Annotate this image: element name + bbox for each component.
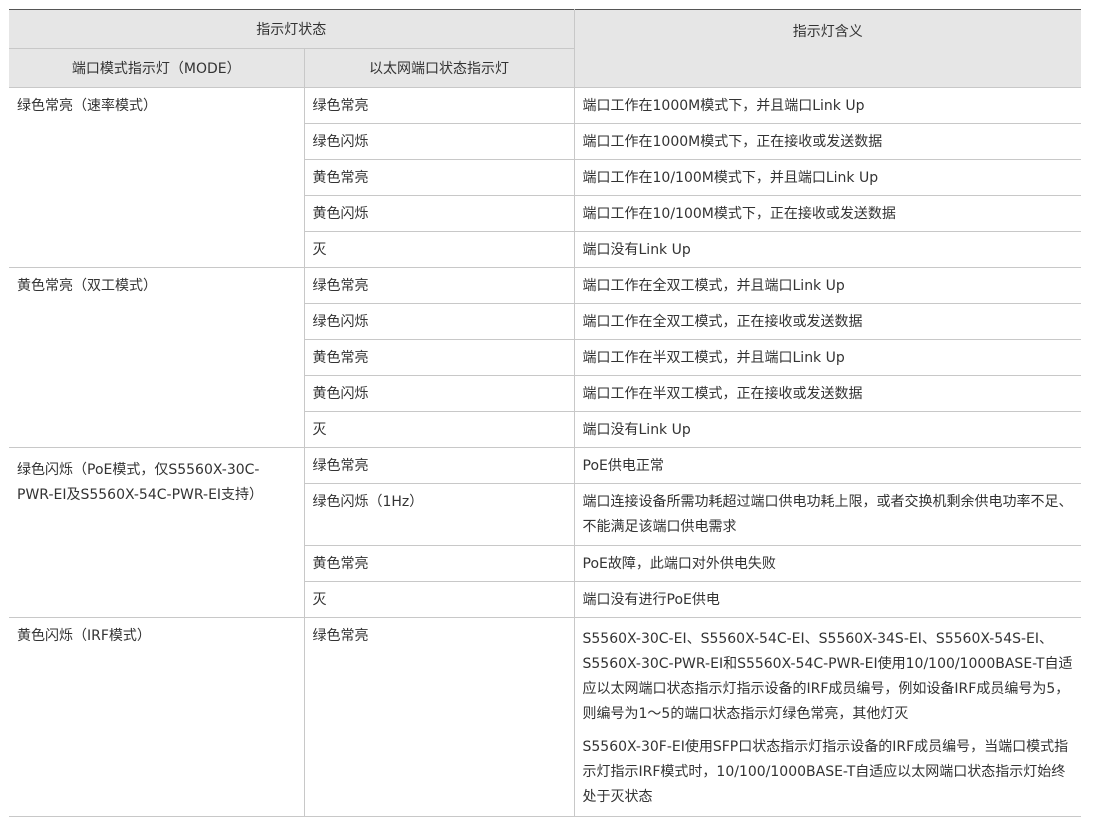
eth-status-cell: 黄色常亮	[304, 545, 575, 582]
meaning-cell: 端口工作在全双工模式，正在接收或发送数据	[574, 303, 1081, 340]
eth-status-cell: 灭	[304, 581, 575, 618]
mode-cell: 绿色闪烁（PoE模式，仅S5560X-30C-PWR-EI及S5560X-54C…	[9, 447, 305, 618]
table-row: 黄色闪烁（IRF模式） 绿色常亮 S5560X-30C-EI、S5560X-54…	[9, 617, 1081, 817]
mode-cell: 黄色闪烁（IRF模式）	[9, 617, 305, 817]
meaning-cell: 端口工作在1000M模式下，正在接收或发送数据	[574, 123, 1081, 160]
eth-status-cell: 黄色闪烁	[304, 195, 575, 232]
eth-status-cell: 绿色闪烁	[304, 123, 575, 160]
meaning-cell: 端口工作在全双工模式，并且端口Link Up	[574, 267, 1081, 304]
eth-status-cell: 灭	[304, 411, 575, 448]
meaning-cell: 端口工作在1000M模式下，并且端口Link Up	[574, 87, 1081, 124]
table-row: 黄色常亮（双工模式） 绿色常亮 端口工作在全双工模式，并且端口Link Up	[9, 267, 1081, 448]
meaning-cell: 端口工作在10/100M模式下，正在接收或发送数据	[574, 195, 1081, 232]
header-indicator-status: 指示灯状态	[9, 9, 575, 49]
indicator-table: 指示灯状态 指示灯含义 端口模式指示灯（MODE） 以太网端口状态指示灯 绿色常…	[9, 9, 1081, 817]
meaning-cell: PoE故障，此端口对外供电失败	[574, 545, 1081, 582]
header-row-1: 指示灯状态 指示灯含义	[9, 9, 1081, 88]
mode-cell: 黄色常亮（双工模式）	[9, 267, 305, 448]
meaning-cell: S5560X-30C-EI、S5560X-54C-EI、S5560X-34S-E…	[574, 617, 1081, 817]
meaning-cell: 端口工作在半双工模式，并且端口Link Up	[574, 339, 1081, 376]
meaning-paragraph: S5560X-30F-EI使用SFP口状态指示灯指示设备的IRF成员编号，当端口…	[582, 739, 1069, 805]
eth-status-cell: 绿色闪烁	[304, 303, 575, 340]
indicator-table-container: 指示灯状态 指示灯含义 端口模式指示灯（MODE） 以太网端口状态指示灯 绿色常…	[9, 9, 1081, 817]
eth-status-cell: 绿色常亮	[304, 617, 575, 817]
meaning-paragraph: S5560X-30C-EI、S5560X-54C-EI、S5560X-34S-E…	[582, 631, 1073, 722]
header-eth-indicator: 以太网端口状态指示灯	[304, 48, 575, 88]
table-row: 绿色常亮（速率模式） 绿色常亮 端口工作在1000M模式下，并且端口Link U…	[9, 87, 1081, 268]
table-row: 绿色闪烁（PoE模式，仅S5560X-30C-PWR-EI及S5560X-54C…	[9, 447, 1081, 618]
eth-status-cell: 黄色常亮	[304, 159, 575, 196]
meaning-cell: 端口连接设备所需功耗超过端口供电功耗上限，或者交换机剩余供电功率不足、不能满足该…	[574, 483, 1081, 546]
eth-status-cell: 绿色闪烁（1Hz）	[304, 483, 575, 546]
header-mode-indicator: 端口模式指示灯（MODE）	[9, 48, 305, 88]
eth-status-cell: 绿色常亮	[304, 87, 575, 124]
header-indicator-meaning: 指示灯含义	[574, 9, 1081, 88]
meaning-cell: 端口工作在10/100M模式下，并且端口Link Up	[574, 159, 1081, 196]
eth-status-cell: 绿色常亮	[304, 267, 575, 304]
meaning-cell: 端口没有Link Up	[574, 411, 1081, 448]
eth-status-cell: 灭	[304, 231, 575, 268]
mode-cell: 绿色常亮（速率模式）	[9, 87, 305, 268]
eth-status-cell: 黄色闪烁	[304, 375, 575, 412]
eth-status-cell: 黄色常亮	[304, 339, 575, 376]
eth-status-cell: 绿色常亮	[304, 447, 575, 484]
meaning-cell: PoE供电正常	[574, 447, 1081, 484]
meaning-cell: 端口没有进行PoE供电	[574, 581, 1081, 618]
meaning-cell: 端口没有Link Up	[574, 231, 1081, 268]
meaning-cell: 端口工作在半双工模式，正在接收或发送数据	[574, 375, 1081, 412]
